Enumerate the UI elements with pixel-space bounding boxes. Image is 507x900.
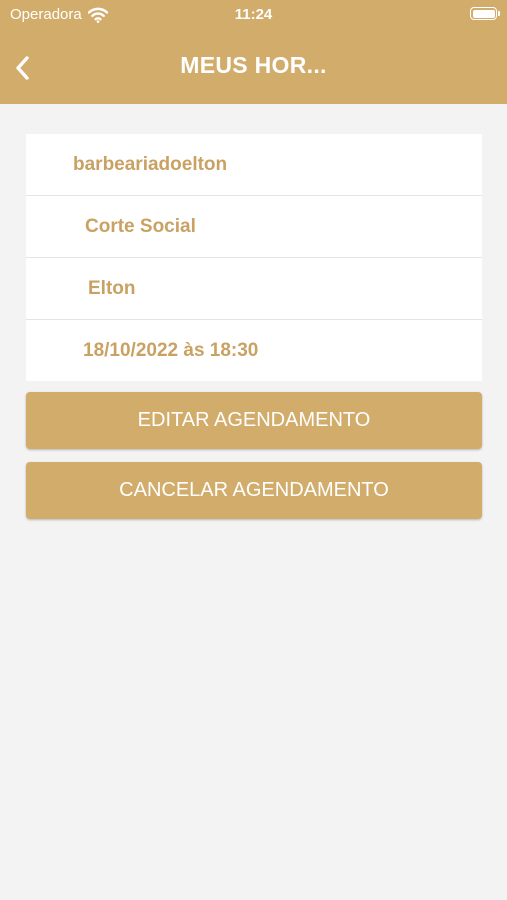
battery-icon xyxy=(470,7,500,20)
cancel-appointment-button[interactable]: CANCELAR AGENDAMENTO xyxy=(26,462,482,519)
page-title: MEUS HOR... xyxy=(180,52,327,78)
battery-tip xyxy=(498,11,500,16)
shop-name: barbeariadoelton xyxy=(73,153,228,175)
back-button[interactable] xyxy=(4,48,40,88)
appointment-datetime: 18/10/2022 às 18:30 xyxy=(83,339,259,361)
barber-name: Elton xyxy=(88,277,136,299)
service-name: Corte Social xyxy=(85,215,196,237)
appointment-card: barbeariadoelton Corte Social Elton 18/1… xyxy=(26,134,482,381)
datetime-row: 18/10/2022 às 18:30 xyxy=(26,320,482,381)
app-header: Operadora 11:24 MEUS HOR... xyxy=(0,0,507,104)
service-row: Corte Social xyxy=(26,196,482,258)
battery-level xyxy=(472,9,495,18)
status-bar: Operadora 11:24 xyxy=(0,0,507,28)
chevron-left-icon xyxy=(16,56,29,80)
navigation-bar: MEUS HOR... xyxy=(0,38,507,98)
shop-row: barbeariadoelton xyxy=(26,134,482,196)
status-time: 11:24 xyxy=(234,6,273,23)
edit-appointment-button[interactable]: EDITAR AGENDAMENTO xyxy=(26,392,482,449)
barber-row: Elton xyxy=(26,258,482,320)
